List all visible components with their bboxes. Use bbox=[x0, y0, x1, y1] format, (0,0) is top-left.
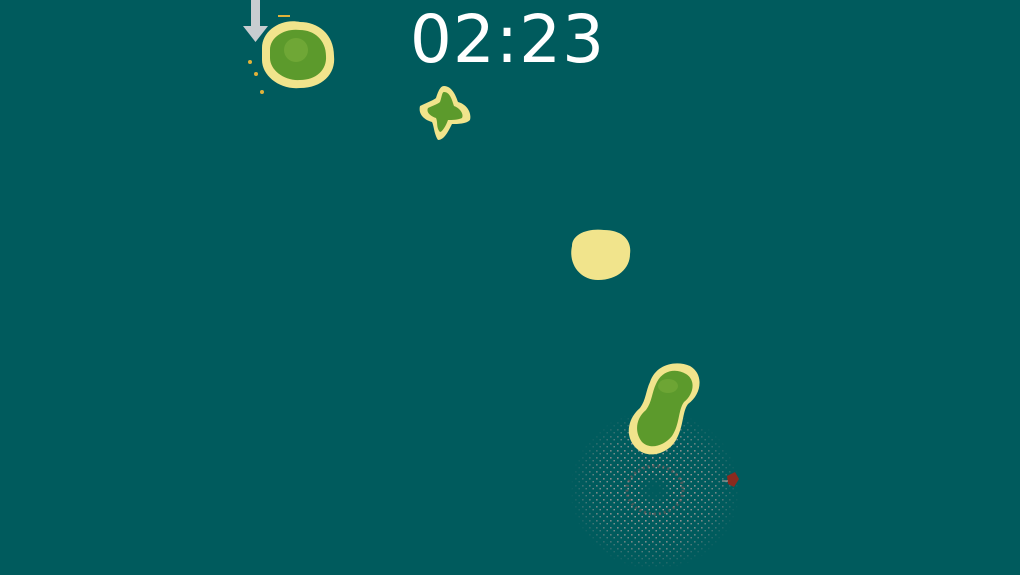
sandbar[interactable] bbox=[571, 229, 631, 280]
game-viewport[interactable]: 02:23 bbox=[0, 0, 1020, 575]
countdown-timer: 02:23 bbox=[409, 1, 606, 78]
game-world bbox=[243, 0, 740, 570]
island-star[interactable] bbox=[419, 86, 471, 140]
